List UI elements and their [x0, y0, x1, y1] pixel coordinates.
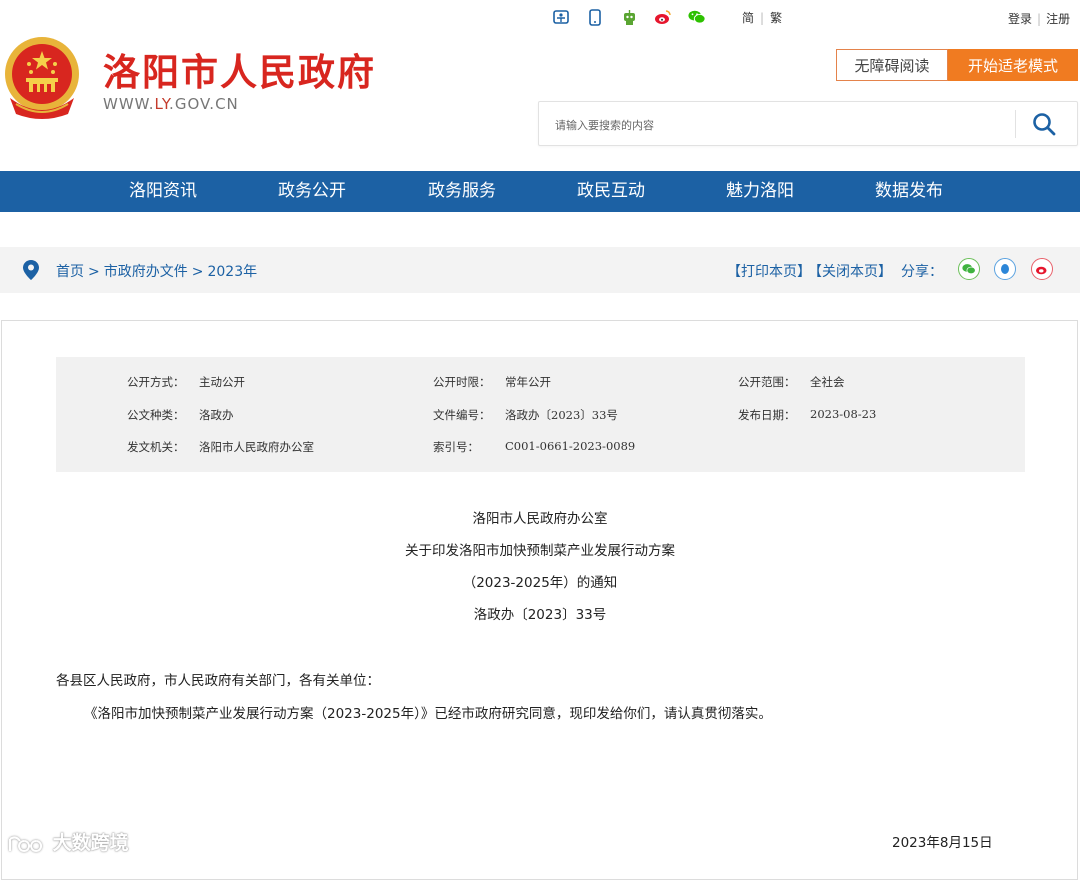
- top-toolbar: 简 | 繁: [552, 8, 782, 26]
- watermark-text: 大数跨境: [52, 832, 129, 854]
- nav-item-gov-affairs[interactable]: 政务公开: [278, 171, 346, 212]
- breadcrumb-separator: >: [191, 264, 204, 280]
- mobile-icon[interactable]: [586, 8, 604, 26]
- nav-item-interaction[interactable]: 政民互动: [577, 171, 645, 212]
- document-title-line1: 关于印发洛阳市加快预制菜产业发展行动方案: [405, 543, 675, 559]
- site-url-highlight: LY: [154, 95, 170, 113]
- document-number: 洛政办〔2023〕33号: [473, 607, 607, 623]
- lang-simplified[interactable]: 简: [742, 11, 754, 25]
- weibo-icon[interactable]: [654, 8, 672, 26]
- search-button[interactable]: [1029, 110, 1059, 138]
- site-url-prefix: WWW.: [103, 95, 155, 113]
- search-input[interactable]: [553, 114, 997, 136]
- share-label: 分享：: [901, 264, 943, 280]
- meta-index-number: 索引号： C001-0661-2023-0089: [433, 439, 636, 454]
- document-salutation: 各县区人民政府，市人民政府有关部门，各有关单位：: [56, 673, 380, 689]
- breadcrumb-category[interactable]: 市政府办文件: [104, 264, 188, 280]
- national-emblem: [2, 34, 82, 120]
- meta-issuing-agency: 发文机关： 洛阳市人民政府办公室: [127, 440, 314, 454]
- meta-doc-type: 公文种类： 洛政办: [127, 408, 234, 422]
- wechat-icon[interactable]: [688, 8, 706, 26]
- site-url-suffix: .GOV.CN: [169, 95, 239, 113]
- accessibility-icon[interactable]: [552, 8, 570, 26]
- accessible-reading-button[interactable]: 无障碍阅读: [836, 49, 948, 81]
- breadcrumb-year[interactable]: 2023年: [207, 264, 257, 280]
- lang-traditional[interactable]: 繁: [770, 11, 782, 25]
- location-pin-icon: [22, 259, 40, 285]
- breadcrumb: 首页 > 市政府办文件 >2023年: [56, 261, 257, 281]
- elder-mode-button[interactable]: 开始适老模式: [948, 49, 1078, 81]
- language-switch: 简 | 繁: [742, 9, 782, 26]
- share-wechat-icon[interactable]: [958, 258, 980, 280]
- breadcrumb-bar: 首页 > 市政府办文件 >2023年 【打印本页】 【关闭本页】 分享：: [0, 247, 1080, 293]
- auth-links: 登录 | 注册: [1008, 10, 1080, 27]
- nav-item-charm[interactable]: 魅力洛阳: [726, 171, 794, 212]
- meta-publish-method: 公开方式： 主动公开: [127, 375, 245, 389]
- meta-publish-scope: 公开范围： 全社会: [738, 375, 845, 389]
- nav-item-services[interactable]: 政务服务: [428, 171, 496, 212]
- document-date: 2023年8月15日: [892, 835, 993, 851]
- breadcrumb-home[interactable]: 首页: [56, 264, 84, 280]
- document-issuer: 洛阳市人民政府办公室: [472, 511, 608, 527]
- nav-item-news[interactable]: 洛阳资讯: [129, 171, 197, 212]
- print-page-link[interactable]: 【打印本页】: [727, 264, 811, 280]
- share-weibo-icon[interactable]: [1031, 258, 1053, 280]
- meta-doc-number: 文件编号： 洛政办〔2023〕33号: [433, 408, 618, 422]
- auth-separator: |: [1037, 12, 1042, 26]
- register-link[interactable]: 注册: [1046, 12, 1070, 26]
- watermark-logo-icon: [9, 835, 43, 852]
- login-link[interactable]: 登录: [1008, 12, 1032, 26]
- search-divider: [1015, 110, 1016, 138]
- robot-icon[interactable]: [620, 8, 638, 26]
- document-paragraph: 《洛阳市加快预制菜产业发展行动方案（2023-2025年）》已经市政府研究同意，…: [84, 706, 772, 722]
- search-icon: [1033, 113, 1056, 136]
- share-qq-icon[interactable]: [994, 258, 1016, 280]
- lang-separator: |: [760, 10, 765, 25]
- site-name[interactable]: 洛阳市人民政府: [103, 42, 376, 96]
- meta-publish-date: 发布日期： 2023-08-23: [738, 407, 877, 422]
- site-url[interactable]: WWW.LY.GOV.CN: [103, 95, 239, 113]
- document-metadata: 公开方式： 主动公开 公开时限： 常年公开 公开范围： 全社会 公文种类： 洛政办 文件…: [56, 357, 1025, 472]
- page-tools: 【打印本页】 【关闭本页】: [727, 261, 896, 281]
- watermark: 大数跨境: [6, 828, 129, 855]
- search-box: [538, 101, 1078, 146]
- document-title-line2: （2023-2025年）的通知: [462, 575, 618, 591]
- close-page-link[interactable]: 【关闭本页】: [815, 264, 892, 280]
- main-nav: 洛阳资讯 政务公开 政务服务 政民互动 魅力洛阳 数据发布: [0, 171, 1080, 212]
- nav-item-data[interactable]: 数据发布: [875, 171, 943, 212]
- meta-publish-period: 公开时限： 常年公开: [433, 375, 551, 389]
- breadcrumb-separator: >: [88, 264, 100, 280]
